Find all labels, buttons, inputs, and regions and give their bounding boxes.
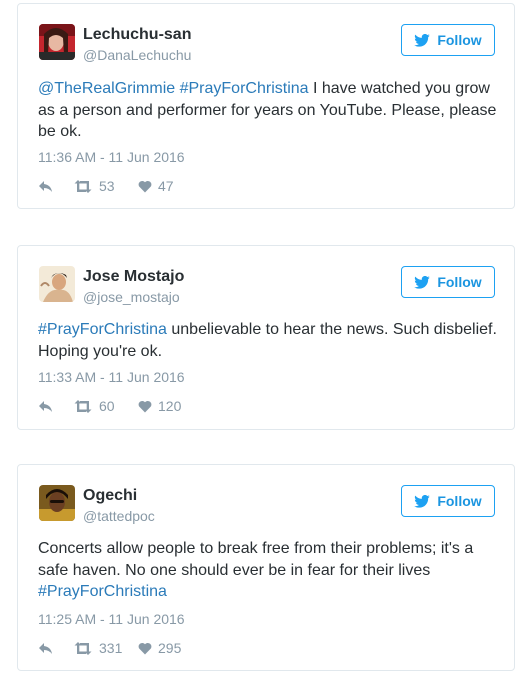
hashtag-link[interactable]: #PrayForChristina [38, 583, 167, 600]
retweet-button[interactable]: 60 [74, 398, 138, 414]
avatar[interactable] [39, 24, 75, 60]
tweet-text: @TheRealGrimmie #PrayForChristina I have… [38, 78, 498, 143]
retweet-count: 60 [99, 398, 115, 414]
tweet-actions: 331 295 [38, 639, 181, 657]
follow-button[interactable]: Follow [401, 485, 495, 517]
tweet-actions: 60 120 [38, 397, 181, 415]
mention-link[interactable]: @TheRealGrimmie [38, 80, 175, 97]
display-name[interactable]: Lechuchu-san [83, 26, 191, 44]
user-handle[interactable]: @tattedpoc [83, 508, 155, 524]
heart-icon [138, 180, 152, 193]
reply-icon [38, 642, 54, 655]
avatar[interactable] [39, 266, 75, 302]
timestamp[interactable]: 11:33 AM - 11 Jun 2016 [38, 369, 185, 385]
retweet-button[interactable]: 53 [74, 178, 138, 194]
display-name[interactable]: Jose Mostajo [83, 268, 184, 286]
like-count: 47 [158, 178, 174, 194]
tweet-actions: 53 47 [38, 177, 174, 195]
retweet-count: 331 [99, 640, 123, 656]
twitter-bird-icon [414, 275, 431, 289]
reply-button[interactable] [38, 180, 74, 193]
retweet-icon [74, 179, 93, 193]
reply-button[interactable] [38, 642, 74, 655]
user-handle[interactable]: @DanaLechuchu [83, 47, 191, 63]
avatar[interactable] [39, 485, 75, 521]
retweet-button[interactable]: 331 [74, 640, 138, 656]
like-button[interactable]: 47 [138, 178, 174, 194]
heart-icon [138, 400, 152, 413]
tweet-card: Jose Mostajo @jose_mostajo Follow #PrayF… [17, 245, 515, 430]
retweet-icon [74, 641, 93, 655]
display-name[interactable]: Ogechi [83, 487, 137, 505]
hashtag-link[interactable]: #PrayForChristina [38, 321, 167, 338]
follow-label: Follow [437, 493, 482, 509]
twitter-bird-icon [414, 494, 431, 508]
retweet-count: 53 [99, 178, 115, 194]
like-count: 295 [158, 640, 182, 656]
heart-icon [138, 642, 152, 655]
follow-button[interactable]: Follow [401, 266, 495, 298]
tweet-text: Concerts allow people to break free from… [38, 538, 498, 603]
tweet-text: #PrayForChristina unbelievable to hear t… [38, 319, 498, 362]
tweet-card: Ogechi @tattedpoc Follow Concerts allow … [17, 464, 515, 671]
reply-button[interactable] [38, 400, 74, 413]
hashtag-link[interactable]: #PrayForChristina [180, 80, 309, 97]
reply-icon [38, 180, 54, 193]
retweet-icon [74, 399, 93, 413]
twitter-bird-icon [414, 33, 431, 47]
timestamp[interactable]: 11:25 AM - 11 Jun 2016 [38, 611, 185, 627]
timestamp[interactable]: 11:36 AM - 11 Jun 2016 [38, 149, 185, 165]
tweet-card: Lechuchu-san @DanaLechuchu Follow @TheRe… [17, 3, 515, 209]
follow-label: Follow [437, 274, 482, 290]
like-button[interactable]: 120 [138, 398, 181, 414]
reply-icon [38, 400, 54, 413]
follow-button[interactable]: Follow [401, 24, 495, 56]
like-button[interactable]: 295 [138, 640, 181, 656]
follow-label: Follow [437, 32, 482, 48]
user-handle[interactable]: @jose_mostajo [83, 289, 180, 305]
text-segment: Concerts allow people to break free from… [38, 540, 474, 579]
like-count: 120 [158, 398, 182, 414]
